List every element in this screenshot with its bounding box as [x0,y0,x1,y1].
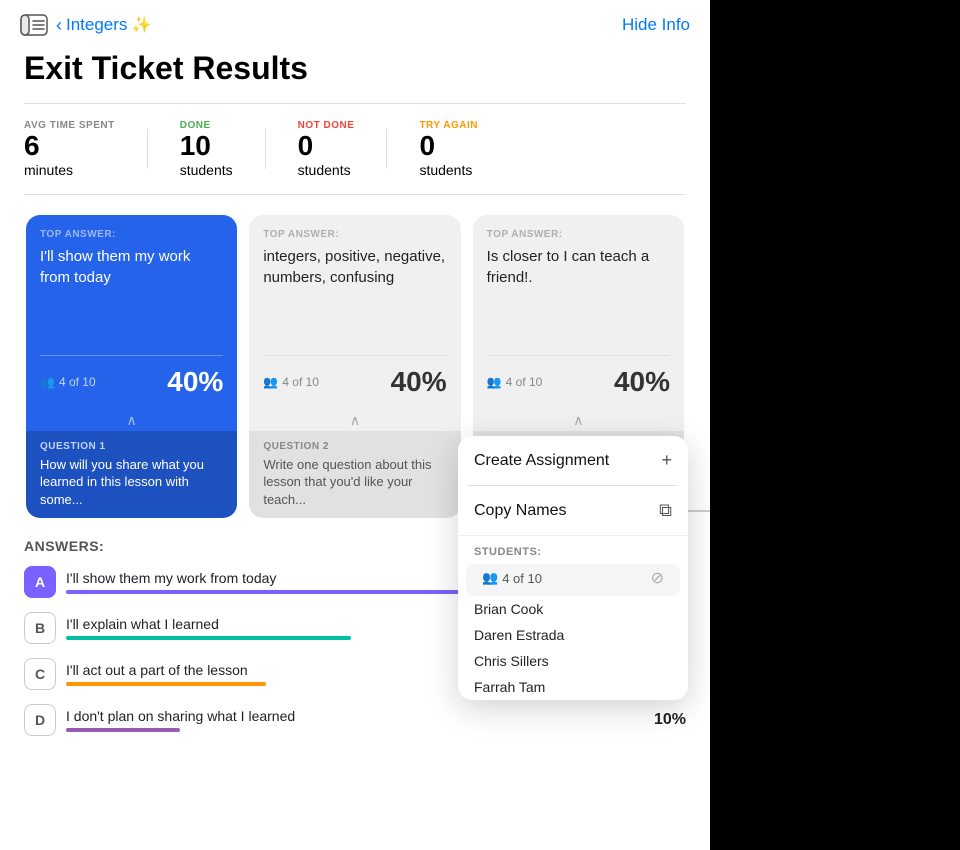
card-1-students: 👥 4 of 10 [40,375,96,389]
card-2-chevron: ∧ [249,408,460,431]
create-assignment-button[interactable]: Create Assignment + [458,436,688,485]
card-1-chevron: ∧ [26,408,237,431]
top-nav: ‹ Integers ✨ Hide Info [0,0,710,46]
notdone-value: 0 [298,131,355,162]
answer-bar-a [66,590,465,594]
card-3-divider [487,355,670,356]
students-count: 4 of 10 [502,571,542,586]
students-header-label: STUDENTS: [458,536,688,564]
student-2: Daren Estrada [458,622,688,648]
tryagain-value: 0 [419,131,478,162]
info-circle-icon: ⊘ [651,568,664,588]
copy-names-label: Copy Names [474,502,566,520]
students-count-row: 👥 4 of 10 ⊘ [466,564,680,596]
question-card-2[interactable]: TOP ANSWER: integers, positive, negative… [249,215,460,519]
student-1: Brian Cook [458,596,688,622]
card-2-count: 4 of 10 [282,375,319,389]
chevron-left-icon: ‹ [56,15,62,36]
answer-letter-d: D [24,704,56,736]
card-1-answer: I'll show them my work from today [40,246,223,288]
card-1-top-label: TOP ANSWER: [40,229,223,240]
main-panel: ‹ Integers ✨ Hide Info Exit Ticket Resul… [0,0,710,850]
card-2-divider [263,355,446,356]
card-1-footer-q: How will you share what you learned in t… [40,456,223,509]
answer-bar-c [66,682,266,686]
notdone-unit: students [298,162,355,178]
card-2-top-label: TOP ANSWER: [263,229,446,240]
card-3-top: TOP ANSWER: Is closer to I can teach a f… [473,215,684,355]
card-2-bottom: 👥 4 of 10 40% [249,356,460,408]
card-2-top: TOP ANSWER: integers, positive, negative… [249,215,460,355]
stat-notdone: NOT DONE 0 students [298,120,355,178]
card-3-answer: Is closer to I can teach a friend!. [487,246,670,288]
plus-icon: + [661,450,672,471]
done-value: 10 [180,131,233,162]
sidebar-toggle-button[interactable] [20,14,48,36]
card-2-pct: 40% [391,366,447,398]
student-4: Farrah Tam [458,674,688,700]
copy-icon: ⧉ [659,500,672,521]
students-icon-2: 👥 [263,375,278,389]
card-2-footer-label: QUESTION 2 [263,441,446,452]
answer-text-d: I don't plan on sharing what I learned [66,708,636,724]
answer-bar-b [66,636,351,640]
card-3-chevron: ∧ [473,408,684,431]
back-button[interactable]: ‹ Integers ✨ [56,15,151,36]
card-1-top: TOP ANSWER: I'll show them my work from … [26,215,237,355]
students-dropdown: STUDENTS: 👥 4 of 10 ⊘ Brian Cook Daren E… [458,535,688,700]
card-1-footer: QUESTION 1 How will you share what you l… [26,431,237,519]
students-count-text: 👥 4 of 10 [482,570,542,586]
answer-letter-b: B [24,612,56,644]
avg-time-value: 6 [24,131,115,162]
answer-letter-a: A [24,566,56,598]
stat-divider-3 [386,129,387,169]
stats-row: AVG TIME SPENT 6 minutes DONE 10 student… [0,104,710,194]
answer-pct-d: 10% [646,711,686,729]
done-unit: students [180,162,233,178]
sparkle-icon: ✨ [131,15,151,35]
students-group-icon: 👥 [482,570,498,586]
card-3-count: 4 of 10 [506,375,543,389]
question-card-1[interactable]: TOP ANSWER: I'll show them my work from … [26,215,237,519]
stat-divider-2 [265,129,266,169]
stat-divider-1 [147,129,148,169]
card-1-footer-label: QUESTION 1 [40,441,223,452]
card-2-students: 👥 4 of 10 [263,375,319,389]
card-3-students: 👥 4 of 10 [487,375,543,389]
stat-done: DONE 10 students [180,120,233,178]
card-1-pct: 40% [167,366,223,398]
card-1-count: 4 of 10 [59,375,96,389]
stat-avg-time: AVG TIME SPENT 6 minutes [24,120,115,178]
hide-info-button[interactable]: Hide Info [622,15,690,35]
answer-content-d: I don't plan on sharing what I learned [66,708,636,732]
card-1-bottom: 👥 4 of 10 40% [26,356,237,408]
student-3: Chris Sillers [458,648,688,674]
card-2-answer: integers, positive, negative, numbers, c… [263,246,446,288]
popup-menu: Create Assignment + Copy Names ⧉ STUDENT… [458,436,688,700]
nav-left: ‹ Integers ✨ [20,14,151,36]
card-2-footer: QUESTION 2 Write one question about this… [249,431,460,519]
avg-time-unit: minutes [24,162,115,178]
students-icon-3: 👥 [487,375,502,389]
copy-names-button[interactable]: Copy Names ⧉ [458,486,688,535]
card-1-divider [40,355,223,356]
card-2-footer-q: Write one question about this lesson tha… [263,456,446,509]
answer-bar-d [66,728,180,732]
create-assignment-label: Create Assignment [474,452,609,470]
answer-row-d: D I don't plan on sharing what I learned… [24,704,686,736]
tryagain-unit: students [419,162,478,178]
card-3-top-label: TOP ANSWER: [487,229,670,240]
students-icon-1: 👥 [40,375,55,389]
card-3-pct: 40% [614,366,670,398]
page-title: Exit Ticket Results [0,46,710,103]
stat-tryagain: TRY AGAIN 0 students [419,120,478,178]
answer-letter-c: C [24,658,56,690]
back-label: Integers [66,15,127,35]
card-3-bottom: 👥 4 of 10 40% [473,356,684,408]
